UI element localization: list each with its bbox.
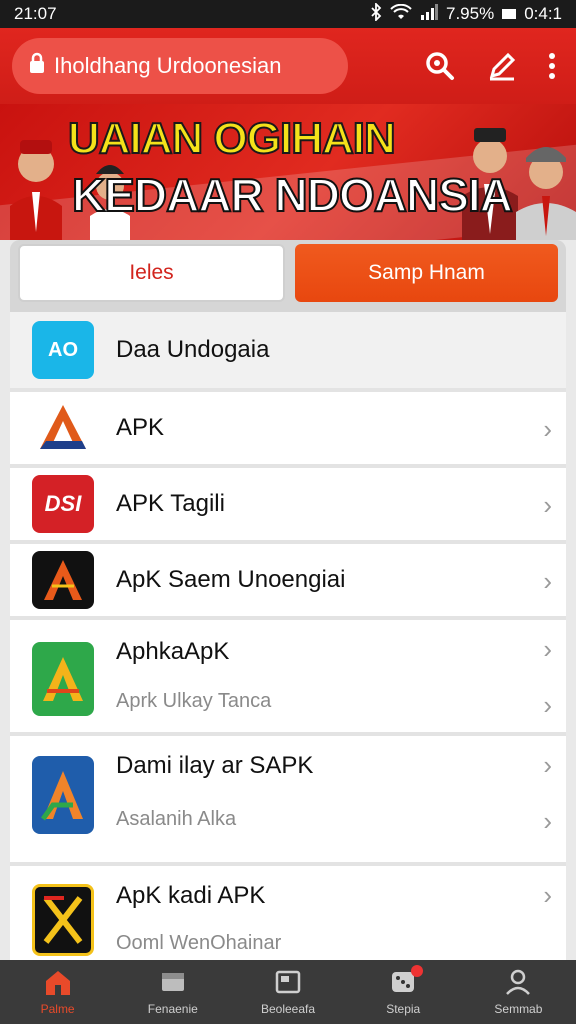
nav-label: Fenaenie: [147, 1001, 198, 1016]
list-item-subtitle: Aprk Ulkay Tanca: [116, 690, 272, 712]
tab-label: Ieles: [129, 261, 174, 284]
list-item-text: APK: [94, 414, 554, 442]
person-illustration: [516, 147, 576, 240]
status-clock: 0:4:1: [524, 4, 562, 23]
bluetooth-icon: [370, 1, 382, 26]
chevron-right-icon: ›: [543, 634, 552, 664]
home-icon: [44, 969, 72, 998]
list-item-text: Dami ilay ar SAPK Asalanih Alka: [94, 752, 554, 831]
list-item[interactable]: DSI APK Tagili ›: [10, 468, 566, 544]
app-icon: [32, 756, 94, 834]
nav-item-semmab[interactable]: Semmab: [461, 960, 576, 1024]
nav-label: Semmab: [494, 1001, 543, 1016]
list-item[interactable]: AphkaApK Aprk Ulkay Tanca › ›: [10, 620, 566, 736]
list-item[interactable]: Dami ilay ar SAPK Asalanih Alka › ›: [10, 736, 566, 866]
person-icon: [504, 969, 532, 998]
chevron-right-icon: ›: [543, 806, 552, 836]
list-item[interactable]: ApK Saem Unoengiai ›: [10, 544, 566, 620]
battery-icon: [502, 9, 517, 19]
list-item[interactable]: ApK kadi APK Ooml WenOhainar ›: [10, 866, 566, 960]
title-pill[interactable]: Iholdhang Urdoonesian: [12, 38, 348, 94]
chevron-right-icon: ›: [543, 414, 552, 444]
list-item-title: APK Tagili: [116, 490, 225, 517]
chevron-right-icon: ›: [543, 880, 552, 910]
list-item-text: Daa Undogaia: [94, 336, 554, 364]
app-bar: Iholdhang Urdoonesian: [0, 28, 576, 104]
app-icon: [32, 884, 94, 956]
tab-bar: Ieles Samp Hnam: [10, 240, 566, 312]
banner-subheadline: KEDAAR NDOANSIA: [71, 168, 514, 222]
nav-label: Beoleeafa: [260, 1001, 316, 1016]
bottom-nav: Palme Fenaenie Beoleeafa Stepia Semmab: [0, 960, 576, 1024]
tab-samp-hnam[interactable]: Samp Hnam: [295, 244, 558, 302]
content-panel: Ieles Samp Hnam AO Daa Undogaia APK › DS…: [10, 240, 566, 960]
list-item-text: AphkaApK Aprk Ulkay Tanca: [94, 638, 554, 713]
nav-label: Palme: [40, 1001, 75, 1016]
chevron-right-icon: ›: [543, 750, 552, 780]
chevron-right-icon: ›: [543, 490, 552, 520]
app-icon: AO: [32, 321, 94, 379]
list-item-title: Daa Undogaia: [116, 336, 270, 363]
nav-label: Stepia: [386, 1001, 421, 1016]
app-list: AO Daa Undogaia APK › DSI APK Tagili › A…: [10, 312, 566, 960]
app-icon: [32, 642, 94, 716]
status-bar: 21:07 7.95% 0:4:1: [0, 0, 576, 28]
list-item-title: Dami ilay ar SAPK: [116, 752, 314, 779]
dice-icon: [389, 964, 424, 998]
signal-icon: [420, 3, 438, 25]
list-item-text: APK Tagili: [94, 490, 554, 518]
list-item-text: ApK Saem Unoengiai: [94, 566, 554, 594]
wifi-icon: [390, 3, 412, 25]
list-item-title: ApK kadi APK: [116, 882, 266, 909]
nav-item-stepia[interactable]: Stepia: [346, 960, 461, 1024]
more-vert-icon[interactable]: [548, 52, 556, 80]
person-illustration: [10, 140, 62, 240]
box-icon: [159, 969, 187, 998]
tab-ieles[interactable]: Ieles: [18, 244, 285, 302]
app-actions: [424, 50, 564, 82]
app-icon: [32, 399, 94, 457]
list-item-text: ApK kadi APK Ooml WenOhainar: [94, 882, 554, 955]
app-title: Iholdhang Urdoonesian: [54, 53, 282, 78]
promo-banner[interactable]: UAIAN OGIHAIN KEDAAR NDOANSIA: [0, 104, 576, 240]
nav-item-fenaenie[interactable]: Fenaenie: [115, 960, 230, 1024]
lock-icon: [28, 52, 46, 80]
list-item-subtitle: Ooml WenOhainar: [116, 932, 282, 954]
nav-item-beoleeafa[interactable]: Beoleeafa: [230, 960, 345, 1024]
battery-percent: 7.95%: [445, 4, 495, 23]
nav-item-home[interactable]: Palme: [0, 960, 115, 1024]
list-item-title: AphkaApK: [116, 638, 230, 665]
banner-headline: UAIAN OGIHAIN: [67, 113, 397, 164]
list-item-title: APK: [116, 414, 165, 441]
app-icon: [32, 551, 94, 609]
notification-badge: [411, 964, 424, 977]
chevron-right-icon: ›: [543, 566, 552, 596]
list-item[interactable]: AO Daa Undogaia: [10, 312, 566, 392]
list-item[interactable]: APK ›: [10, 392, 566, 468]
edit-icon[interactable]: [486, 50, 518, 82]
app-icon: DSI: [32, 475, 94, 533]
chevron-right-icon: ›: [543, 690, 552, 720]
status-time: 21:07: [14, 4, 57, 23]
search-icon[interactable]: [424, 50, 456, 82]
list-item-subtitle: Asalanih Alka: [116, 808, 237, 830]
tab-label: Samp Hnam: [368, 261, 485, 284]
window-icon: [274, 969, 302, 998]
status-icons: 7.95% 0:4:1: [370, 1, 562, 26]
list-item-title: ApK Saem Unoengiai: [116, 566, 346, 593]
